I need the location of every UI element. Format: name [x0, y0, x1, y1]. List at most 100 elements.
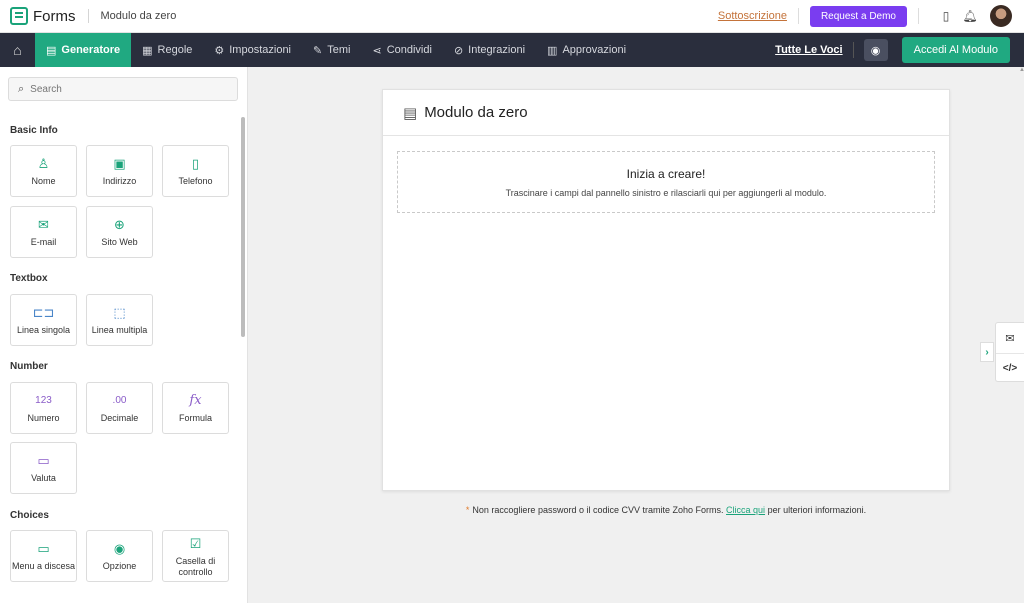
tab-generatore[interactable]: ▤ Generatore [35, 33, 132, 67]
tab-approvazioni[interactable]: ▥ Approvazioni [536, 33, 637, 67]
preview-eye-icon[interactable]: ◉ [863, 39, 888, 61]
field-label: Opzione [102, 561, 137, 571]
radio-icon: ◉ [113, 541, 126, 556]
formula-icon: fx [189, 393, 202, 408]
field-label: Formula [178, 413, 212, 423]
decimal-icon: .00 [112, 395, 127, 406]
form-title[interactable]: Modulo da zero [424, 104, 527, 121]
all-entries-link[interactable]: Tutte Le Voci [775, 44, 842, 56]
section-title-textbox: Textbox [10, 273, 48, 284]
tab-condividi[interactable]: ⋖ Condividi [361, 33, 442, 67]
field-label: Linea singola [16, 325, 71, 335]
field-label: Telefono [178, 176, 213, 186]
field-numero[interactable]: 123 Numero [10, 382, 77, 434]
tab-integrazioni[interactable]: ⊘ Integrazioni [443, 33, 536, 67]
field-formula[interactable]: fx Formula [162, 382, 229, 434]
form-icon: ▤ [403, 104, 418, 122]
builder-icon: ▤ [46, 44, 57, 57]
search-box[interactable]: ⌕ [8, 77, 238, 101]
form-name[interactable]: Modulo da zero [101, 10, 177, 22]
asterisk-icon: * [465, 505, 470, 515]
main-nav: ⌂ ▤ Generatore ▦ Regole ⚙ Impostazioni ✎… [0, 33, 1024, 67]
form-canvas: ▤ Modulo da zero Inizia a creare! Trasci… [382, 89, 950, 491]
field-menu-a-discesa[interactable]: ▭ Menu a discesa [10, 530, 77, 582]
nav-actions: Tutte Le Voci ◉ Accedi Al Modulo [775, 37, 1010, 63]
section-title-basic: Basic Info [10, 125, 58, 136]
integrations-icon: ⊘ [453, 44, 464, 57]
top-bar: Forms Modulo da zero Sottoscrizione Requ… [0, 0, 1024, 33]
section-title-choices: Choices [10, 510, 49, 521]
tab-regole[interactable]: ▦ Regole [131, 33, 203, 67]
mail-icon: ✉ [38, 217, 49, 232]
field-nome[interactable]: ♙ Nome [10, 145, 77, 197]
more-info-link[interactable]: Clicca qui [726, 505, 765, 515]
field-label: Decimale [100, 413, 139, 423]
right-rail: ✉ </> [995, 322, 1024, 382]
brand-name: Forms [33, 7, 76, 25]
field-label: E-mail [30, 237, 57, 247]
field-opzione[interactable]: ◉ Opzione [86, 530, 153, 582]
divider [797, 8, 799, 24]
field-label: Indirizzo [102, 176, 137, 186]
phone-icon: ▯ [191, 156, 200, 171]
note-text: Non raccogliere password o il codice CVV… [472, 505, 724, 515]
field-indirizzo[interactable]: ▣ Indirizzo [86, 145, 153, 197]
chevron-right-icon[interactable]: › [980, 342, 994, 362]
approvals-icon: ▥ [547, 44, 558, 57]
single-line-icon: ⊏⊐ [32, 305, 55, 320]
section-title-number: Number [10, 361, 48, 372]
rules-icon: ▦ [142, 44, 153, 57]
field-linea-multipla[interactable]: ⬚ Linea multipla [86, 294, 153, 346]
search-input[interactable] [30, 83, 221, 95]
drop-zone-subtitle: Trascinare i campi dal pannello sinistro… [505, 188, 827, 198]
field-label: Numero [27, 413, 60, 423]
field-linea-singola[interactable]: ⊏⊐ Linea singola [10, 294, 77, 346]
forms-logo-icon [10, 7, 28, 25]
settings-icon: ⚙ [214, 44, 225, 57]
address-book-icon: ▣ [113, 156, 126, 171]
mobile-preview-icon[interactable]: ▯ [938, 8, 954, 24]
home-icon[interactable]: ⌂ [0, 33, 35, 67]
sidebar-scrollbar[interactable] [241, 117, 245, 337]
drop-zone[interactable]: Inizia a creare! Trascinare i campi dal … [397, 151, 935, 213]
field-telefono[interactable]: ▯ Telefono [162, 145, 229, 197]
divider [918, 8, 919, 24]
form-header[interactable]: ▤ Modulo da zero [383, 90, 949, 136]
multi-line-icon: ⬚ [113, 305, 126, 320]
currency-icon: ▭ [37, 453, 50, 468]
themes-icon: ✎ [313, 44, 323, 57]
field-label: Menu a discesa [11, 561, 76, 571]
drop-zone-title: Inizia a creare! [626, 167, 706, 181]
field-decimale[interactable]: .00 Decimale [86, 382, 153, 434]
tab-label: Generatore [61, 44, 121, 56]
field-valuta[interactable]: ▭ Valuta [10, 442, 77, 494]
field-casella-di-controllo[interactable]: ☑ Casella di controllo [162, 530, 229, 582]
share-icon: ⋖ [372, 44, 382, 57]
tab-label: Condividi [386, 44, 432, 56]
avatar[interactable] [990, 5, 1012, 27]
code-embed-icon[interactable]: </> [996, 353, 1024, 383]
field-label: Casella di controllo [175, 555, 216, 577]
field-email[interactable]: ✉ E-mail [10, 206, 77, 258]
globe-icon: ⊕ [114, 217, 125, 232]
tab-label: Approvazioni [562, 44, 627, 56]
tab-temi[interactable]: ✎ Temi [302, 33, 361, 67]
request-demo-button[interactable]: Request a Demo [809, 5, 907, 27]
tab-impostazioni[interactable]: ⚙ Impostazioni [203, 33, 302, 67]
field-sito-web[interactable]: ⊕ Sito Web [86, 206, 153, 258]
field-label: Sito Web [101, 237, 138, 247]
bell-icon[interactable]: 🔔︎ [962, 8, 978, 24]
access-form-button[interactable]: Accedi Al Modulo [901, 37, 1010, 63]
field-label: Linea multipla [91, 325, 148, 335]
field-palette: ⌕ Basic Info ♙ Nome ▣ Indirizzo ▯ Telefo… [0, 67, 248, 603]
app-logo[interactable]: Forms [10, 7, 76, 25]
tab-label: Temi [327, 44, 351, 56]
tab-label: Regole [157, 44, 193, 56]
tab-label: Impostazioni [229, 44, 292, 56]
scroll-up-arrow-icon[interactable]: ▲ [1019, 67, 1024, 77]
tab-label: Integrazioni [468, 44, 526, 56]
divider [87, 9, 89, 23]
subscription-link[interactable]: Sottoscrizione [718, 10, 787, 22]
mail-settings-icon[interactable]: ✉ [996, 323, 1024, 353]
checkbox-icon: ☑ [189, 535, 202, 551]
